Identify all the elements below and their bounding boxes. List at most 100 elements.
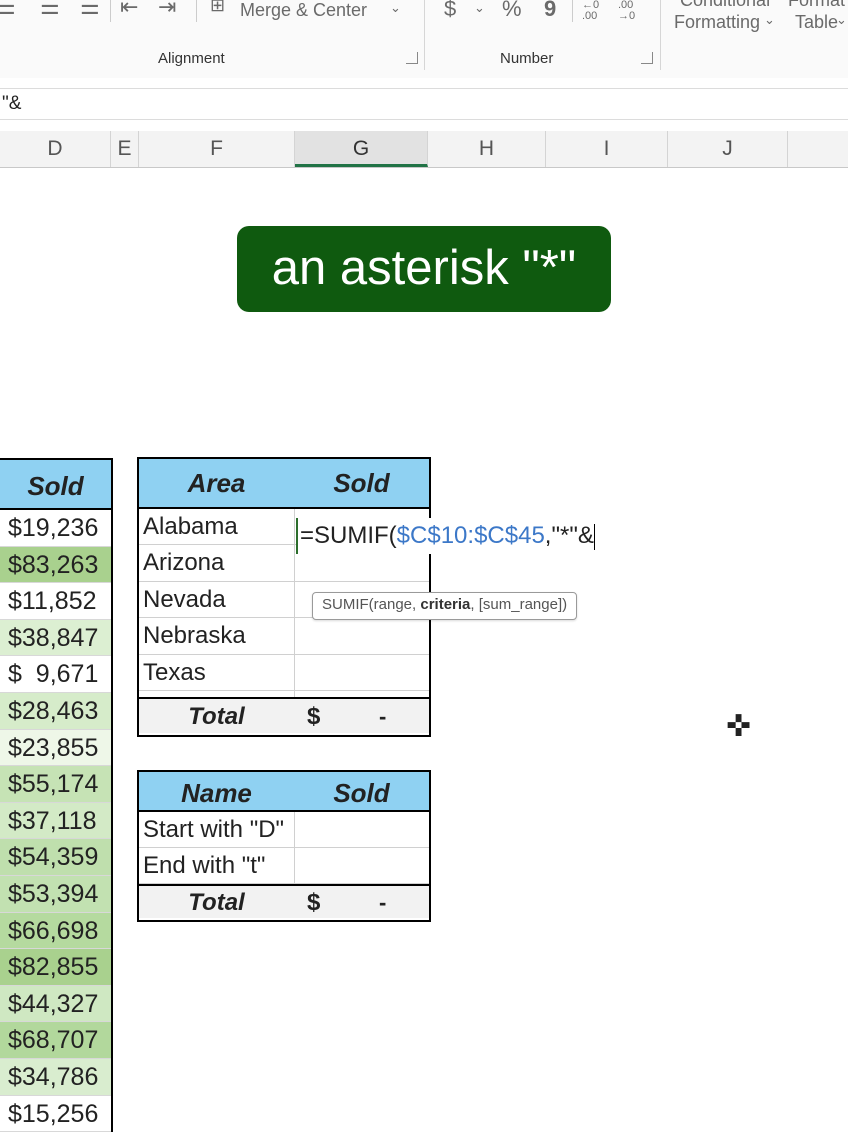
area-table-header: Area Sold	[139, 459, 429, 509]
name-total-row: Total $ -	[139, 884, 429, 918]
area-name-cell[interactable]: Arizona	[139, 545, 294, 581]
ribbon: ☰ ☰ ☰ ⇤ ⇥ ⊞ Merge & Center ⌄ Alignment $…	[0, 0, 848, 78]
left-sold-cell[interactable]: $28,463	[0, 693, 111, 730]
tooltip-rest: , [sum_range])	[470, 596, 567, 613]
left-sold-cell[interactable]: $55,174	[0, 766, 111, 803]
left-sold-cell[interactable]: $83,263	[0, 547, 111, 584]
currency-icon[interactable]: $	[444, 0, 456, 22]
function-tooltip[interactable]: SUMIF(range, criteria, [sum_range])	[312, 592, 577, 620]
ribbon-group-separator	[424, 0, 425, 70]
sold-header-cell[interactable]: Sold	[294, 772, 429, 812]
column-header-f[interactable]: F	[139, 131, 295, 167]
formula-range-ref: $C$10:$C$45	[397, 522, 545, 549]
table-row: Texas	[139, 655, 429, 691]
decrease-decimal-icon[interactable]: .00 →0	[618, 0, 642, 22]
caption-banner: an asterisk "*"	[237, 226, 611, 312]
table-row: Nebraska	[139, 618, 429, 654]
left-sold-cell[interactable]: $ 9,671	[0, 656, 111, 693]
text-caret	[594, 524, 595, 550]
name-header-cell[interactable]: Name	[139, 772, 294, 812]
column-header-g[interactable]: G	[295, 131, 428, 167]
left-sold-header[interactable]: Sold	[0, 458, 111, 510]
alignment-group-label: Alignment	[158, 50, 225, 67]
align-right-icon[interactable]: ☰	[80, 0, 100, 20]
left-sold-cell[interactable]: $68,707	[0, 1022, 111, 1059]
ribbon-group-separator	[660, 0, 661, 70]
tooltip-active-arg: criteria	[420, 596, 470, 613]
name-sold-cell[interactable]	[294, 812, 429, 848]
table-row: Start with "D"	[139, 812, 429, 848]
conditional-formatting-button[interactable]: Formatting	[674, 12, 760, 33]
formula-prefix: =SUMIF(	[300, 522, 397, 549]
left-sold-cell[interactable]: $19,236	[0, 510, 111, 547]
formula-bar[interactable]: "&	[0, 88, 848, 120]
total-label[interactable]: Total	[139, 886, 294, 920]
area-sold-cell[interactable]	[294, 655, 429, 691]
total-value[interactable]: -	[379, 886, 386, 920]
format-as-table-button[interactable]: Table	[795, 12, 838, 33]
left-sold-cell[interactable]: $53,394	[0, 876, 111, 913]
chevron-down-icon[interactable]: ⌄	[836, 12, 847, 28]
column-header-e[interactable]: E	[111, 131, 139, 167]
column-header-j[interactable]: J	[668, 131, 788, 167]
tooltip-func: SUMIF(range,	[322, 596, 420, 613]
left-sold-cell[interactable]: $38,847	[0, 620, 111, 657]
chevron-down-icon[interactable]: ⌄	[390, 0, 401, 16]
formula-bar-text[interactable]: "&	[2, 93, 21, 115]
merge-center-button[interactable]: Merge & Center	[240, 0, 367, 21]
area-header-cell[interactable]: Area	[139, 459, 294, 507]
number-group-label: Number	[500, 50, 553, 67]
chevron-down-icon[interactable]: ⌄	[764, 12, 775, 28]
percent-icon[interactable]: %	[502, 0, 522, 22]
left-sold-cell[interactable]: $44,327	[0, 986, 111, 1023]
column-headers: D E F G H I J	[0, 131, 848, 168]
left-sold-cell[interactable]: $11,852	[0, 583, 111, 620]
area-name-cell[interactable]: Nebraska	[139, 618, 294, 654]
ribbon-divider	[572, 0, 573, 22]
decrease-indent-icon[interactable]: ⇤	[120, 0, 138, 20]
formula-suffix: ,"*"&	[545, 522, 594, 549]
alignment-launcher-icon[interactable]	[406, 52, 418, 64]
number-launcher-icon[interactable]	[641, 52, 653, 64]
area-sold-cell[interactable]	[294, 618, 429, 654]
format-as-table-label-top[interactable]: Format a	[788, 0, 848, 11]
name-sold-cell[interactable]	[294, 848, 429, 884]
left-sold-cell[interactable]: $66,698	[0, 913, 111, 950]
left-sold-cell[interactable]: $82,855	[0, 949, 111, 986]
left-sold-column: Sold $19,236$83,263$11,852$38,847$ 9,671…	[0, 458, 113, 1132]
cell-cursor-icon: ✜	[726, 709, 751, 744]
name-criteria-cell[interactable]: Start with "D"	[139, 812, 294, 848]
name-table-header: Name Sold	[139, 772, 429, 812]
ribbon-divider	[110, 0, 111, 22]
left-sold-cell[interactable]: $54,359	[0, 839, 111, 876]
name-table: Name Sold Start with "D"End with "t" Tot…	[137, 770, 431, 922]
align-left-icon[interactable]: ☰	[0, 0, 16, 20]
area-total-row: Total $ -	[139, 697, 429, 733]
total-currency[interactable]: $	[307, 886, 320, 920]
total-currency[interactable]: $	[307, 699, 320, 735]
increase-decimal-icon[interactable]: ←0 .00	[582, 0, 604, 22]
area-name-cell[interactable]: Alabama	[139, 509, 294, 545]
merge-center-icon[interactable]: ⊞	[210, 0, 225, 16]
left-sold-cell[interactable]: $34,786	[0, 1059, 111, 1096]
conditional-formatting-label-top[interactable]: Conditional	[680, 0, 770, 11]
area-name-cell[interactable]: Texas	[139, 655, 294, 691]
formula-edit-cell[interactable]: =SUMIF($C$10:$C$45,"*"&	[296, 518, 595, 554]
total-value[interactable]: -	[379, 699, 386, 735]
total-label[interactable]: Total	[139, 699, 294, 735]
column-header-i[interactable]: I	[546, 131, 668, 167]
table-row: End with "t"	[139, 848, 429, 884]
left-sold-cell[interactable]: $37,118	[0, 803, 111, 840]
chevron-down-icon[interactable]: ⌄	[474, 0, 485, 16]
left-sold-cell[interactable]: $23,855	[0, 730, 111, 767]
ribbon-divider	[196, 0, 197, 22]
comma-style-icon[interactable]: 9	[544, 0, 556, 22]
column-header-h[interactable]: H	[428, 131, 546, 167]
left-sold-cell[interactable]: $15,256	[0, 1096, 111, 1132]
column-header-d[interactable]: D	[0, 131, 111, 167]
increase-indent-icon[interactable]: ⇥	[158, 0, 176, 20]
sold-header-cell[interactable]: Sold	[294, 459, 429, 507]
align-center-icon[interactable]: ☰	[40, 0, 60, 20]
area-name-cell[interactable]: Nevada	[139, 582, 294, 618]
name-criteria-cell[interactable]: End with "t"	[139, 848, 294, 884]
